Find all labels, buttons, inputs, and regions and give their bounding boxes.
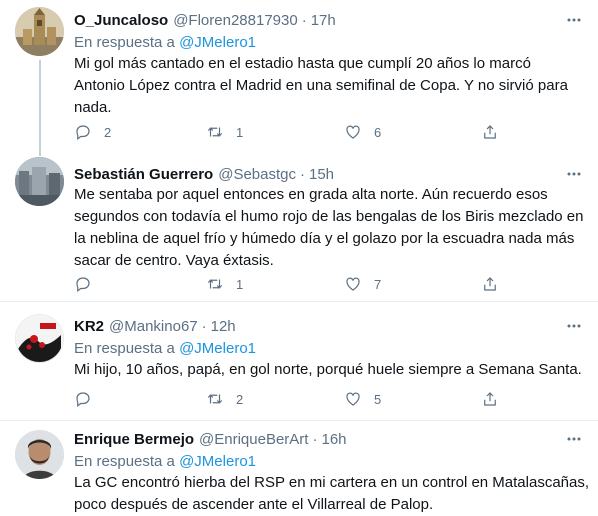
tweet-text-line: La GC encontró hierba del RSP en mi cart… xyxy=(74,474,590,491)
retweet-count: 1 xyxy=(236,276,244,292)
tweet-header: Sebastián Guerrero @Sebastgc · 15h xyxy=(74,164,334,184)
tweet-header: KR2 @Mankino67 · 12h xyxy=(74,316,236,336)
tweet-text-line: Mi hijo, 10 años, papá, en gol norte, po… xyxy=(74,361,582,378)
user-handle[interactable]: @Floren28817930 xyxy=(173,12,297,29)
thread-line xyxy=(39,60,41,150)
like-count: 5 xyxy=(374,391,382,407)
reply-icon xyxy=(76,125,90,140)
like-button[interactable]: 7 xyxy=(344,274,381,294)
tweet-text-line: Antonio López contra el Madrid en una se… xyxy=(74,77,568,94)
more-icon[interactable] xyxy=(565,12,583,28)
timestamp[interactable]: 17h xyxy=(311,12,336,29)
reply-prefix: En respuesta a xyxy=(74,340,175,357)
share-icon xyxy=(484,125,496,139)
timestamp[interactable]: 15h xyxy=(309,166,334,183)
retweet-icon xyxy=(207,127,223,137)
tweet-4[interactable]: Enrique Bermejo @EnriqueBerArt · 16h En … xyxy=(0,421,598,513)
retweet-icon xyxy=(207,279,223,289)
retweet-count: 2 xyxy=(236,391,244,407)
reply-button[interactable] xyxy=(74,389,104,409)
separator-dot: · xyxy=(301,11,307,29)
user-handle[interactable]: @Sebastgc xyxy=(218,166,296,183)
tweet-1[interactable]: O_Juncaloso @Floren28817930 · 17h En res… xyxy=(0,0,598,150)
more-icon[interactable] xyxy=(565,318,583,334)
avatar[interactable] xyxy=(15,314,64,363)
tweet-actions: 2 5 xyxy=(74,389,514,409)
tweet-text: Mi gol más cantado en el estadio hasta q… xyxy=(74,53,584,119)
reply-prefix: En respuesta a xyxy=(74,34,175,51)
share-button[interactable] xyxy=(481,389,499,409)
tweet-text-line: la neblina de aquel frío y húmedo día y … xyxy=(74,230,575,247)
avatar[interactable] xyxy=(15,157,64,206)
user-handle[interactable]: @EnriqueBerArt xyxy=(199,431,308,448)
avatar[interactable] xyxy=(15,430,64,479)
tweet-text: La GC encontró hierba del RSP en mi cart… xyxy=(74,472,590,516)
display-name[interactable]: Sebastián Guerrero xyxy=(74,166,213,183)
reply-mention-link[interactable]: @JMelero1 xyxy=(179,453,256,470)
like-button[interactable]: 6 xyxy=(344,122,381,142)
tweet-2[interactable]: Sebastián Guerrero @Sebastgc · 15h Me se… xyxy=(0,150,598,301)
like-icon xyxy=(346,125,360,139)
separator-dot: · xyxy=(300,165,305,183)
reply-count: 2 xyxy=(104,124,112,140)
retweet-button[interactable]: 1 xyxy=(206,122,243,142)
tweet-text: Mi hijo, 10 años, papá, en gol norte, po… xyxy=(74,359,584,381)
tweet-header: Enrique Bermejo @EnriqueBerArt · 16h xyxy=(74,429,347,449)
reply-button[interactable] xyxy=(74,274,104,294)
tweet-text-line: Mi gol más cantado en el estadio hasta q… xyxy=(74,55,531,72)
like-icon xyxy=(346,392,360,406)
retweet-button[interactable]: 1 xyxy=(206,274,243,294)
tweet-text-line: sacar de centro. Vaya éxtasis. xyxy=(74,252,274,269)
reply-mention-link[interactable]: @JMelero1 xyxy=(179,34,256,51)
like-button[interactable]: 5 xyxy=(344,389,381,409)
reply-button[interactable]: 2 xyxy=(74,122,111,142)
tweet-3[interactable]: KR2 @Mankino67 · 12h En respuesta a @JMe… xyxy=(0,302,598,420)
separator-dot: · xyxy=(312,430,318,448)
retweet-count: 1 xyxy=(236,124,244,140)
like-icon xyxy=(346,277,360,291)
share-button[interactable] xyxy=(481,274,499,294)
tweet-actions: 2 1 6 xyxy=(74,122,514,142)
tweet-header: O_Juncaloso @Floren28817930 · 17h xyxy=(74,10,336,30)
tweet-actions: 1 7 xyxy=(74,274,514,294)
avatar[interactable] xyxy=(15,7,64,56)
reply-prefix: En respuesta a xyxy=(74,453,175,470)
display-name[interactable]: O_Juncaloso xyxy=(74,12,168,29)
user-handle[interactable]: @Mankino67 xyxy=(109,318,198,335)
like-count: 6 xyxy=(374,124,382,140)
timestamp[interactable]: 16h xyxy=(321,431,346,448)
reply-mention-link[interactable]: @JMelero1 xyxy=(179,340,256,357)
tweet-text-line: segundos con todavía el humo rojo de las… xyxy=(74,208,584,225)
tweet-text-line: nada. xyxy=(74,99,112,116)
reply-context: En respuesta a @JMelero1 xyxy=(74,340,256,357)
share-icon xyxy=(484,392,496,406)
retweet-icon xyxy=(207,394,223,404)
reply-icon xyxy=(76,392,90,407)
more-icon[interactable] xyxy=(565,166,583,182)
share-button[interactable] xyxy=(481,122,499,142)
retweet-button[interactable]: 2 xyxy=(206,389,243,409)
timestamp[interactable]: 12h xyxy=(211,318,236,335)
display-name[interactable]: KR2 xyxy=(74,318,104,335)
tweet-text-line: Me sentaba por aquel entonces en grada a… xyxy=(74,186,548,203)
like-count: 7 xyxy=(374,276,382,292)
reply-icon xyxy=(76,277,90,292)
reply-context: En respuesta a @JMelero1 xyxy=(74,453,256,470)
share-icon xyxy=(484,277,496,291)
tweet-text: Me sentaba por aquel entonces en grada a… xyxy=(74,184,584,272)
reply-context: En respuesta a @JMelero1 xyxy=(74,34,256,51)
separator-dot: · xyxy=(201,317,207,335)
display-name[interactable]: Enrique Bermejo xyxy=(74,431,194,448)
thread-line xyxy=(39,150,41,156)
more-icon[interactable] xyxy=(565,431,583,447)
